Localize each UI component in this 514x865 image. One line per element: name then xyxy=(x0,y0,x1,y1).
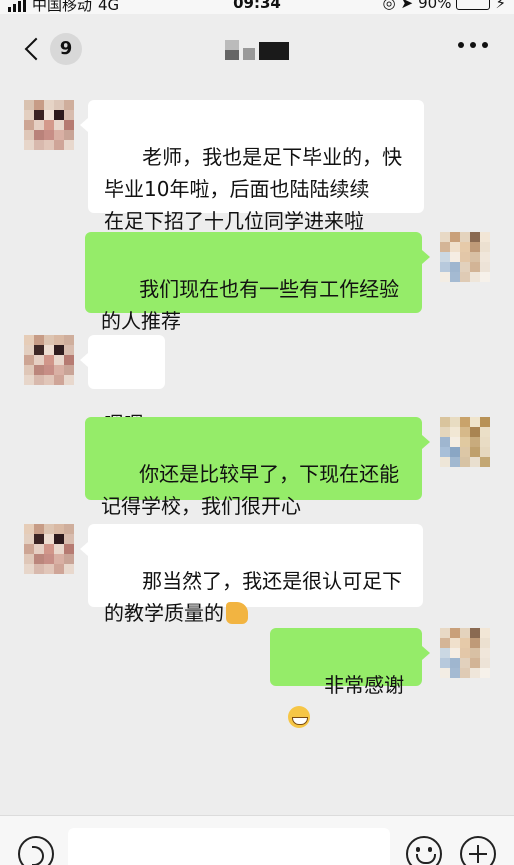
contact-avatar[interactable] xyxy=(24,335,74,385)
back-button[interactable]: 9 xyxy=(20,31,82,67)
plus-icon[interactable] xyxy=(460,836,496,865)
message-input[interactable] xyxy=(68,828,390,865)
message-bubble-incoming[interactable]: 老师，我也是足下毕业的，快 毕业10年啦，后面也陆陆续续 在足下招了十几位同学进… xyxy=(80,100,424,233)
message-text: 你还是比较早了，下现在还能 记得学校，我们很开心 xyxy=(101,462,400,518)
battery-icon xyxy=(456,0,491,10)
grin-icon xyxy=(288,706,310,728)
chat-header: 9 xyxy=(0,14,514,84)
unread-badge: 9 xyxy=(50,33,82,65)
message-text: 老师，我也是足下毕业的，快 毕业10年啦，后面也陆陆续续 在足下招了十几位同学进… xyxy=(104,145,403,233)
message-text: 那当然了，我还是很认可足下 的教学质量的 xyxy=(104,569,403,625)
contact-avatar[interactable] xyxy=(24,524,74,574)
location-icon: ➤ xyxy=(400,0,414,12)
my-avatar[interactable] xyxy=(440,232,490,282)
message-bubble-outgoing[interactable]: 你还是比较早了，下现在还能 记得学校，我们很开心 xyxy=(85,417,430,518)
my-avatar[interactable] xyxy=(440,417,490,467)
message-bubble-outgoing[interactable]: 非常感谢 xyxy=(270,628,430,728)
message-bubble-incoming[interactable]: 嗯嗯 xyxy=(80,335,165,436)
message-bubble-incoming[interactable]: 那当然了，我还是很认可足下 的教学质量的 xyxy=(80,524,423,625)
charging-icon: ⚡ xyxy=(495,0,506,12)
emoji-icon[interactable] xyxy=(406,836,442,865)
more-dot xyxy=(470,42,476,48)
more-button[interactable] xyxy=(458,42,488,48)
battery-percent: 90% xyxy=(418,0,452,12)
status-right: ◎ ➤ 90% ⚡ xyxy=(382,0,506,12)
more-dot xyxy=(482,42,488,48)
message-bubble-outgoing[interactable]: 我们现在也有一些有工作经验 的人推荐 xyxy=(85,232,430,333)
thumbs-up-icon xyxy=(226,602,248,624)
message-text: 我们现在也有一些有工作经验 的人推荐 xyxy=(101,277,400,333)
alarm-icon: ◎ xyxy=(382,0,396,12)
chevron-left-icon xyxy=(24,37,48,61)
more-dot xyxy=(458,42,464,48)
input-bar xyxy=(0,815,514,865)
status-bar: 中国移动 4G 09:34 ◎ ➤ 90% ⚡ xyxy=(0,0,514,14)
contact-name-mosaic xyxy=(225,40,289,60)
message-text: 非常感谢 xyxy=(324,673,405,697)
contact-avatar[interactable] xyxy=(24,100,74,150)
voice-icon[interactable] xyxy=(18,836,54,865)
my-avatar[interactable] xyxy=(440,628,490,678)
